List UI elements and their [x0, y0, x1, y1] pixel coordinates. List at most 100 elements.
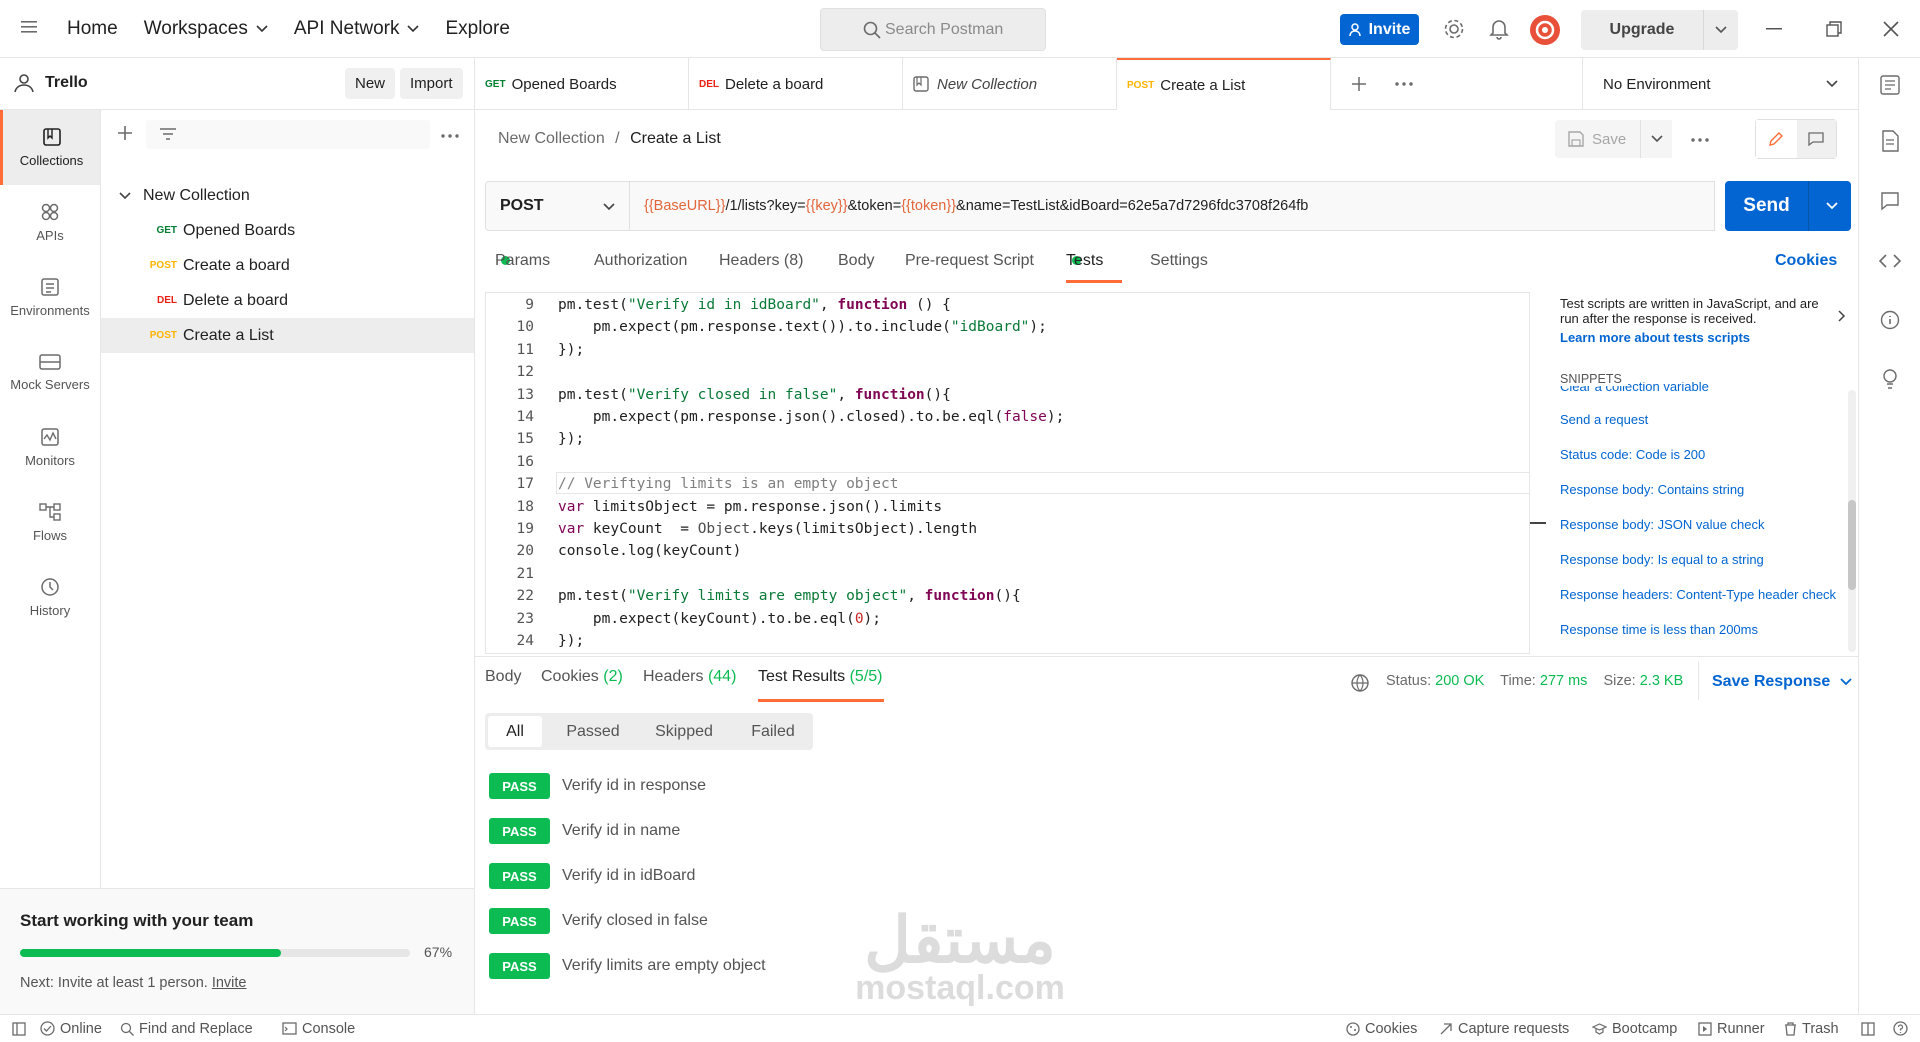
- send-button[interactable]: Send: [1725, 181, 1851, 231]
- trash-button[interactable]: Trash: [1784, 1015, 1839, 1042]
- save-response-button[interactable]: Save Response: [1712, 673, 1852, 691]
- nav-home[interactable]: Home: [67, 18, 118, 40]
- method-select[interactable]: POST: [485, 181, 630, 231]
- url-input[interactable]: {{BaseURL}}/1/lists?key= {{key}} &token={{…: [630, 181, 1715, 231]
- tab-body[interactable]: Body: [838, 252, 874, 270]
- import-button[interactable]: Import: [400, 68, 463, 99]
- filter-passed[interactable]: Passed: [551, 713, 635, 750]
- avatar[interactable]: [1530, 15, 1560, 45]
- restore-icon[interactable]: [1826, 21, 1842, 37]
- capture-requests-button[interactable]: Capture requests: [1439, 1015, 1569, 1042]
- response-tab-body[interactable]: Body: [485, 668, 521, 686]
- snippet-link[interactable]: Send a request: [1560, 412, 1648, 427]
- documentation-icon[interactable]: [1881, 130, 1899, 152]
- nav-explore[interactable]: Explore: [445, 18, 509, 40]
- breadcrumb-parent[interactable]: New Collection: [498, 130, 605, 147]
- scrollbar-thumb[interactable]: [1848, 500, 1856, 590]
- rail-flows[interactable]: Flows: [0, 485, 100, 560]
- tab-new-collection[interactable]: New Collection: [903, 58, 1117, 110]
- tab-tests[interactable]: Tests: [1066, 252, 1103, 270]
- rail-collections[interactable]: Collections: [0, 110, 100, 185]
- chevron-right-icon[interactable]: [1838, 310, 1846, 322]
- close-icon[interactable]: [1883, 21, 1899, 37]
- tab-create-list[interactable]: POST Create a List: [1117, 58, 1331, 110]
- filter-all[interactable]: All: [488, 716, 542, 747]
- runner-button[interactable]: Runner: [1698, 1015, 1765, 1042]
- rail-mock-servers[interactable]: Mock Servers: [0, 335, 100, 410]
- more-icon[interactable]: [441, 134, 459, 138]
- toggle-sidebar-icon[interactable]: [12, 1015, 26, 1042]
- online-status[interactable]: Online: [40, 1015, 102, 1042]
- gear-icon[interactable]: [1443, 18, 1465, 40]
- status-value[interactable]: 200 OK: [1435, 673, 1484, 689]
- minimize-icon[interactable]: [1766, 28, 1782, 30]
- help-icon[interactable]: [1893, 1015, 1908, 1042]
- globe-icon[interactable]: [1350, 673, 1370, 693]
- tests-editor[interactable]: 9 pm.test("Verify id in idBoard", functio…: [485, 292, 1530, 654]
- tab-delete-board[interactable]: DEL Delete a board: [689, 58, 903, 110]
- filter-failed[interactable]: Failed: [733, 713, 813, 750]
- snippet-link[interactable]: Status code: Code is 200: [1560, 447, 1705, 462]
- filter-icon[interactable]: [159, 128, 177, 142]
- cookies-button[interactable]: Cookies: [1346, 1015, 1417, 1042]
- comments-icon[interactable]: [1880, 191, 1900, 211]
- rail-apis[interactable]: APIs: [0, 185, 100, 260]
- learn-more-link[interactable]: Learn more about tests scripts: [1560, 330, 1750, 345]
- tree-item[interactable]: POST Create a board: [101, 248, 474, 283]
- upgrade-button[interactable]: Upgrade: [1581, 10, 1738, 50]
- filter-input[interactable]: [146, 120, 430, 149]
- snippet-link[interactable]: Response body: JSON value check: [1560, 517, 1765, 532]
- cookies-link[interactable]: Cookies: [1775, 252, 1837, 270]
- size-value[interactable]: 2.3 KB: [1640, 673, 1684, 689]
- save-button[interactable]: Save: [1555, 120, 1647, 158]
- new-tab-icon[interactable]: [1351, 76, 1367, 92]
- edit-mode-button[interactable]: [1756, 120, 1797, 158]
- save-dropdown[interactable]: [1640, 120, 1672, 158]
- filter-skipped[interactable]: Skipped: [635, 713, 733, 750]
- tab-opened-boards[interactable]: GET Opened Boards: [475, 58, 689, 110]
- comment-mode-button[interactable]: [1796, 120, 1836, 158]
- invite-button[interactable]: Invite: [1340, 14, 1419, 45]
- plus-icon[interactable]: [117, 125, 133, 141]
- bell-icon[interactable]: [1489, 18, 1509, 40]
- code-icon[interactable]: [1879, 253, 1901, 269]
- tab-prerequest[interactable]: Pre-request Script: [905, 252, 1034, 270]
- rail-monitors[interactable]: Monitors: [0, 410, 100, 485]
- onboarding-invite-link[interactable]: Invite: [212, 975, 247, 991]
- response-tab-cookies[interactable]: Cookies (2): [541, 668, 623, 686]
- snippet-link[interactable]: Response body: Is equal to a string: [1560, 552, 1764, 567]
- bootcamp-button[interactable]: Bootcamp: [1592, 1015, 1677, 1042]
- console-button[interactable]: Console: [282, 1015, 355, 1042]
- more-icon[interactable]: [1395, 82, 1413, 86]
- snippet-link[interactable]: Response headers: Content-Type header ch…: [1560, 587, 1836, 602]
- two-pane-icon[interactable]: [1861, 1015, 1875, 1042]
- response-tab-tests[interactable]: Test Results (5/5): [758, 668, 883, 686]
- chevron-down-icon[interactable]: [1715, 26, 1727, 34]
- search-input[interactable]: Search Postman: [820, 8, 1046, 51]
- tab-authorization[interactable]: Authorization: [594, 252, 687, 270]
- collection-row[interactable]: New Collection: [101, 178, 474, 213]
- rail-environments[interactable]: Environments: [0, 260, 100, 335]
- tree-item-selected[interactable]: POST Create a List: [101, 318, 474, 353]
- more-icon[interactable]: [1691, 138, 1709, 142]
- info-icon[interactable]: [1880, 310, 1900, 330]
- tree-item[interactable]: DEL Delete a board: [101, 283, 474, 318]
- snippet-link[interactable]: Response body: Contains string: [1560, 482, 1744, 497]
- environment-quick-look-icon[interactable]: [1880, 75, 1900, 95]
- new-button[interactable]: New: [345, 68, 396, 99]
- tree-item[interactable]: GET Opened Boards: [101, 213, 474, 248]
- tab-settings[interactable]: Settings: [1150, 252, 1208, 270]
- response-tab-headers[interactable]: Headers (44): [643, 668, 736, 686]
- find-replace[interactable]: Find and Replace: [120, 1015, 253, 1042]
- tab-headers[interactable]: Headers (8): [719, 252, 803, 270]
- nav-workspaces[interactable]: Workspaces: [144, 18, 268, 40]
- menu-icon[interactable]: [21, 20, 37, 34]
- tab-params[interactable]: Params: [495, 252, 550, 270]
- environment-select[interactable]: No Environment: [1582, 58, 1858, 110]
- chevron-down-icon[interactable]: [1826, 202, 1838, 210]
- rail-history[interactable]: History: [0, 560, 100, 635]
- lightbulb-icon[interactable]: [1880, 368, 1900, 390]
- time-value[interactable]: 277 ms: [1540, 673, 1588, 689]
- snippet-link[interactable]: Response time is less than 200ms: [1560, 622, 1758, 637]
- nav-api-network[interactable]: API Network: [294, 18, 420, 40]
